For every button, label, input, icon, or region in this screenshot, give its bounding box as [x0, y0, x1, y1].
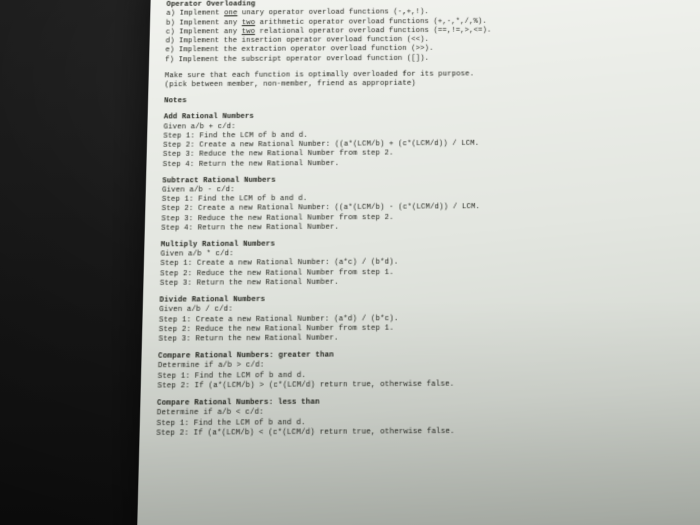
photo-frame: 2. Implement operator overloading. Opera…	[0, 0, 700, 525]
item-pre: Implement any	[179, 28, 242, 36]
algo-section: Compare Rational Numbers: greater thanDe…	[157, 349, 698, 392]
item-pre: Implement	[180, 10, 225, 18]
item-post: Implement the insertion operator overloa…	[179, 36, 429, 45]
title-text: Operator Overloading	[166, 1, 255, 9]
algo-title: Compare Rational Numbers: less than	[157, 398, 320, 408]
item-underline: one	[224, 10, 237, 18]
item-post: Implement the subscript operator overloa…	[179, 54, 430, 63]
item-post: relational operator overload functions (…	[255, 26, 492, 35]
note-line-2: (pick between member, non-member, friend…	[164, 78, 688, 90]
algo-section: Divide Rational NumbersGiven a/b / c/d:S…	[158, 293, 697, 345]
algo-section: Add Rational NumbersGiven a/b + c/d:Step…	[163, 111, 691, 170]
algo-section: Multiply Rational NumbersGiven a/b * c/d…	[160, 238, 695, 289]
item-letter: a)	[166, 10, 180, 18]
algo-title: Multiply Rational Numbers	[161, 240, 275, 249]
algo-step: Step 3: Return the new Rational Number.	[160, 276, 695, 289]
algorithm-sections: Add Rational NumbersGiven a/b + c/d:Step…	[156, 111, 700, 440]
algo-title: Compare Rational Numbers: greater than	[158, 351, 334, 361]
item-letter: d)	[166, 37, 180, 45]
algo-title: Subtract Rational Numbers	[162, 176, 276, 185]
item-post: unary operator overload functions (-,+,!…	[237, 9, 429, 18]
overload-item: f) Implement the subscript operator over…	[165, 53, 687, 65]
algo-section: Subtract Rational NumbersGiven a/b - c/d…	[161, 174, 693, 234]
algo-section: Compare Rational Numbers: less thanDeter…	[156, 396, 700, 439]
item-underline: two	[242, 19, 255, 27]
item-letter: b)	[166, 19, 180, 27]
item-post: arithmetic operator overload functions (…	[255, 17, 487, 26]
algo-title: Add Rational Numbers	[164, 113, 254, 122]
algo-title: Divide Rational Numbers	[159, 296, 265, 305]
paper-sheet-wrap: 2. Implement operator overloading. Opera…	[135, 0, 700, 525]
item-letter: e)	[165, 47, 179, 55]
notes-label: Notes	[164, 94, 689, 106]
overload-items: a) Implement one unary operator overload…	[165, 7, 687, 65]
item-letter: c)	[166, 28, 180, 36]
paper-sheet: 2. Implement operator overloading. Opera…	[135, 0, 700, 525]
notes-label-text: Notes	[164, 97, 187, 105]
item-pre: Implement any	[179, 19, 242, 27]
item-post: Implement the extraction operator overlo…	[179, 45, 434, 54]
algo-step: Step 3: Return the new Rational Number.	[158, 332, 697, 345]
item-letter: f)	[165, 56, 179, 64]
item-underline: two	[242, 28, 256, 36]
